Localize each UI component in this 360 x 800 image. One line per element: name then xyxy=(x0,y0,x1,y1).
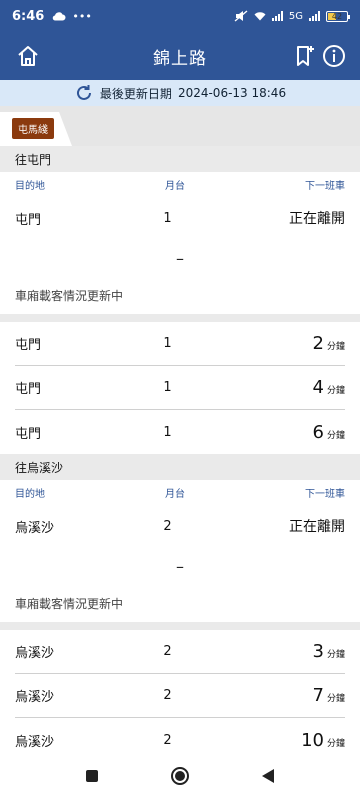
row-minutes: 4 xyxy=(312,377,324,398)
refresh-icon xyxy=(76,85,91,100)
row-destination: 屯門 xyxy=(15,426,42,442)
row-destination: 屯門 xyxy=(15,212,42,228)
home-icon xyxy=(18,46,38,66)
row-unit: 分鐘 xyxy=(326,738,345,749)
row-unit: 分鐘 xyxy=(326,650,345,660)
row-destination: 屯門 xyxy=(15,382,42,397)
column-headers: 目的地 月台 下一班車 xyxy=(0,172,360,196)
col-platform: 月台 xyxy=(165,488,185,500)
row-destination: 烏溪沙 xyxy=(15,520,55,536)
navigation-bar xyxy=(0,752,360,800)
section-header: 往烏溪沙 xyxy=(0,454,360,480)
row-platform: 1 xyxy=(163,210,172,226)
row-status: 正在離開 xyxy=(289,211,345,227)
cloud-icon xyxy=(53,12,66,21)
col-destination: 目的地 xyxy=(15,488,45,500)
update-label: 最後更新日期 xyxy=(99,86,172,101)
train-row: 屯門 1 正在離開 xyxy=(15,196,345,240)
dash: – xyxy=(176,556,184,576)
line-tab-bar: 屯馬綫 xyxy=(0,106,360,146)
signal-icon xyxy=(271,11,283,21)
train-row: 烏溪沙 2 7 分鐘 xyxy=(15,674,345,718)
train-row: 烏溪沙 2 正在離開 xyxy=(15,504,345,548)
square-icon xyxy=(86,770,98,782)
app-header: 錦上路 xyxy=(0,32,360,80)
row-platform: 2 xyxy=(163,518,172,534)
row-destination: 烏溪沙 xyxy=(15,734,55,750)
tab-line-tuen-ma[interactable]: 屯馬綫 xyxy=(12,118,54,139)
row-destination: 屯門 xyxy=(15,338,42,353)
row-eta: 2 分鐘 xyxy=(245,333,345,354)
row-eta: 4 分鐘 xyxy=(245,377,345,398)
battery-icon: 42 xyxy=(326,10,350,22)
5g-icon: 5G xyxy=(288,10,303,22)
column-headers: 目的地 月台 下一班車 xyxy=(0,480,360,504)
row-status: 正在離開 xyxy=(289,519,345,535)
bookmark-add-icon xyxy=(297,46,314,66)
section-header: 往屯門 xyxy=(0,146,360,172)
more-icon: ••• xyxy=(72,9,92,23)
col-next-train: 下一班車 xyxy=(305,488,345,500)
row-destination: 烏溪沙 xyxy=(15,690,55,705)
row-destination: 烏溪沙 xyxy=(15,646,55,661)
update-banner: 最後更新日期 2024-06-13 18:46 xyxy=(0,80,360,106)
row-eta: 6 分鐘 xyxy=(245,422,345,443)
divider xyxy=(0,622,360,630)
row-minutes: 3 xyxy=(312,641,324,662)
row-eta: 10 分鐘 xyxy=(245,730,345,751)
divider xyxy=(0,314,360,322)
page-title: 錦上路 xyxy=(153,48,207,69)
row-platform: 1 xyxy=(163,424,172,440)
row-platform: 1 xyxy=(163,336,172,351)
row-minutes: 10 xyxy=(301,729,324,751)
train-row: 屯門 1 6 分鐘 xyxy=(15,410,345,454)
back-triangle-icon xyxy=(262,769,274,783)
home-nav-button[interactable] xyxy=(166,762,194,790)
row-unit: 分鐘 xyxy=(326,694,345,704)
col-destination: 目的地 xyxy=(15,180,45,192)
row-platform: 1 xyxy=(163,380,172,395)
home-button[interactable] xyxy=(12,40,44,72)
car-status: 車廂載客情況更新中 xyxy=(15,596,124,611)
bookmark-button[interactable] xyxy=(288,40,320,72)
row-unit: 分鐘 xyxy=(326,342,345,352)
info-button[interactable] xyxy=(318,40,350,72)
car-status: 車廂載客情況更新中 xyxy=(15,288,124,303)
row-platform: 2 xyxy=(163,732,172,748)
eta-list: 往屯門 目的地 月台 下一班車 屯門 1 正在離開 – 車廂載客情況更新中 屯門… xyxy=(0,146,360,762)
mute-icon xyxy=(234,10,248,22)
row-platform: 2 xyxy=(163,688,172,703)
col-platform: 月台 xyxy=(165,180,185,192)
row-eta: 7 分鐘 xyxy=(245,685,345,706)
row-unit: 分鐘 xyxy=(326,386,345,396)
status-time: 6:46 xyxy=(12,8,45,24)
update-datetime: 2024-06-13 18:46 xyxy=(177,86,287,100)
dash: – xyxy=(176,248,184,268)
signal-icon-2 xyxy=(309,11,320,21)
row-minutes: 2 xyxy=(312,333,324,354)
row-minutes: 7 xyxy=(312,685,324,706)
info-icon xyxy=(323,45,345,67)
recents-button[interactable] xyxy=(78,762,106,790)
col-next-train: 下一班車 xyxy=(305,180,345,192)
row-minutes: 6 xyxy=(312,421,324,443)
train-row: 烏溪沙 2 3 分鐘 xyxy=(15,630,345,674)
circle-icon xyxy=(171,767,189,785)
row-eta: 3 分鐘 xyxy=(245,641,345,662)
row-platform: 2 xyxy=(163,644,172,659)
train-row: 屯門 1 4 分鐘 xyxy=(15,366,345,410)
status-bar: 6:46 ••• 5G 42 xyxy=(0,0,360,32)
wifi-icon xyxy=(254,12,266,21)
train-row: 屯門 1 2 分鐘 xyxy=(15,322,345,366)
row-unit: 分鐘 xyxy=(326,430,345,441)
refresh-button[interactable] xyxy=(74,83,94,103)
back-button[interactable] xyxy=(254,762,282,790)
